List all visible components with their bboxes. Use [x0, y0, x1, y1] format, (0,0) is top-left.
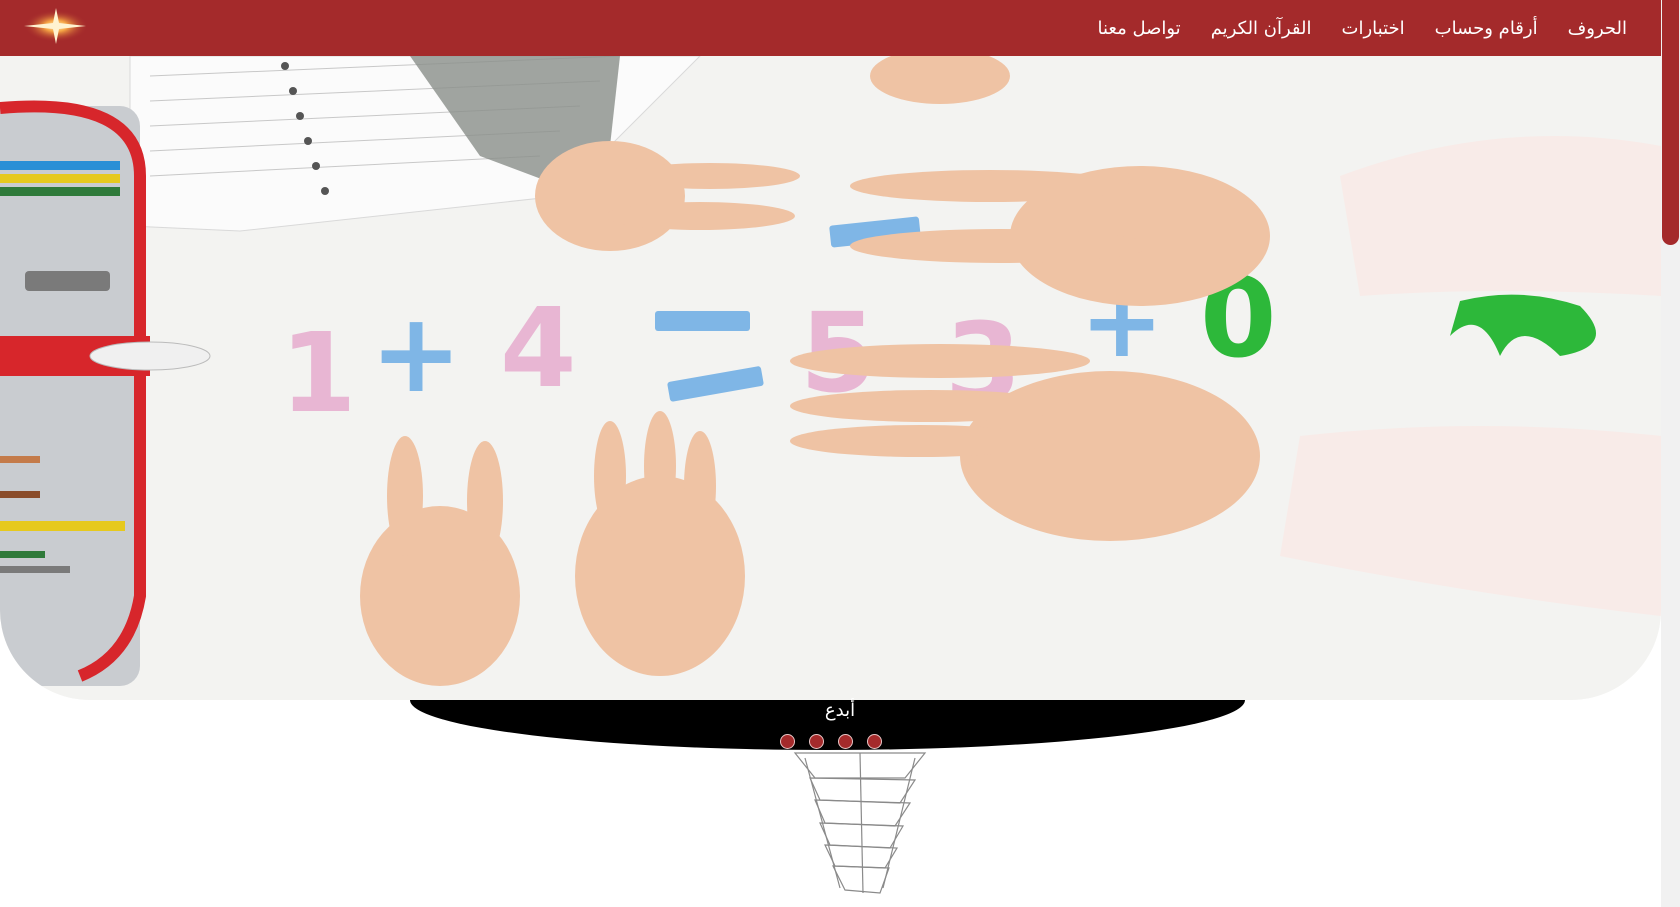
nav-item-tests[interactable]: اختبارات: [1342, 18, 1405, 39]
slider-dot-4[interactable]: [866, 734, 882, 749]
svg-text:1: 1: [280, 309, 357, 437]
sparkle-star-icon[interactable]: [18, 6, 88, 46]
slider-caption: أبدع: [824, 700, 856, 721]
svg-text:+: +: [370, 289, 462, 417]
nav-menu: الحروف أرقام وحساب اختبارات القرآن الكري…: [1098, 0, 1628, 56]
slider-dot-1[interactable]: [779, 734, 795, 749]
slider-dot-3[interactable]: [837, 734, 853, 749]
top-navbar: الحروف أرقام وحساب اختبارات القرآن الكري…: [0, 0, 1661, 56]
sketch-illustration: [785, 748, 945, 898]
nav-item-numbers[interactable]: أرقام وحساب: [1435, 18, 1538, 39]
page-scrollbar[interactable]: [1661, 0, 1680, 907]
nav-item-letters[interactable]: الحروف: [1568, 18, 1627, 39]
slider-pagination: [0, 734, 1661, 749]
nav-item-contact[interactable]: تواصل معنا: [1098, 18, 1181, 39]
hero-slide-image[interactable]: 1 + 4 5 3 + 0: [0, 56, 1661, 700]
scrollbar-thumb[interactable]: [1662, 0, 1679, 245]
nav-item-quran[interactable]: القرآن الكريم: [1211, 18, 1312, 39]
slider-dot-2[interactable]: [808, 734, 824, 749]
svg-text:4: 4: [500, 284, 577, 412]
